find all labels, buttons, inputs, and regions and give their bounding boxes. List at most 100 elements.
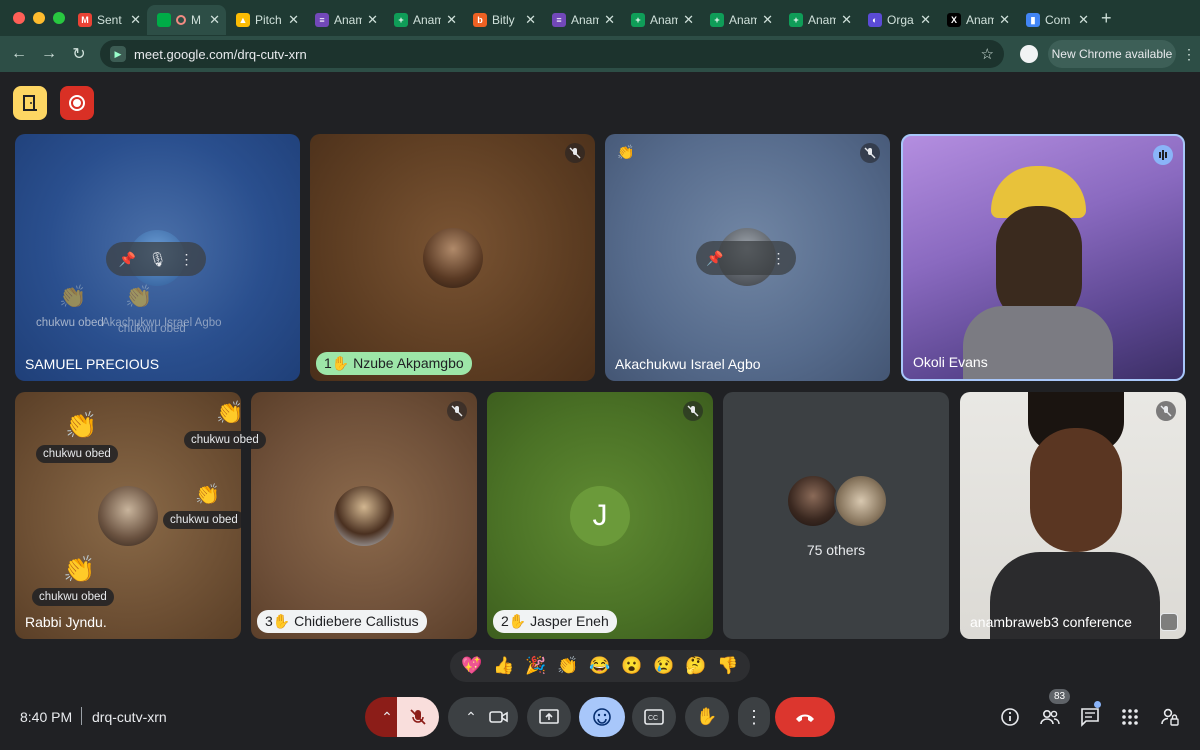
browser-tab[interactable]: ◐ Orga ✕: [858, 5, 937, 35]
mic-muted-icon: [447, 401, 467, 421]
close-tab-icon[interactable]: ✕: [209, 12, 220, 28]
more-options-icon[interactable]: ⋮: [772, 250, 786, 267]
raise-hand-button[interactable]: ✋: [685, 697, 729, 737]
reaction-sender-label: chukwu obed: [184, 431, 266, 449]
captions-button[interactable]: CC: [632, 697, 676, 737]
browser-tab[interactable]: + Anam ✕: [621, 5, 700, 35]
participant-tile[interactable]: 👏 📌 ⋮ Akachukwu Israel Agbo: [605, 134, 890, 381]
participant-tile[interactable]: 1✋ Nzube Akpamgbo: [310, 134, 595, 381]
more-options-icon[interactable]: ⋮: [180, 251, 194, 268]
browser-tab[interactable]: X Anam ✕: [937, 5, 1016, 35]
hand-icon: ✋: [696, 707, 718, 726]
pin-icon[interactable]: 📌: [118, 251, 135, 268]
reaction-emoji-button[interactable]: 😢: [653, 656, 674, 676]
close-tab-icon[interactable]: ✕: [841, 12, 852, 28]
participant-name: 3✋ Chidiebere Callistus: [257, 610, 427, 633]
avatar: J: [570, 486, 630, 546]
reaction-emoji-button[interactable]: 🎉: [525, 656, 546, 676]
clap-emoji: 👏: [63, 554, 96, 584]
browser-tab[interactable]: ▲ Pitch ✕: [226, 5, 305, 35]
browser-tab[interactable]: M Sent ✕: [68, 5, 147, 35]
browser-toolbar: ← → ↻ ▶ meet.google.com/drq-cutv-xrn ☆ N…: [0, 36, 1200, 72]
reaction-emoji-button[interactable]: 👍: [493, 656, 514, 676]
video-feed: [990, 392, 1160, 639]
participant-tile[interactable]: 3✋ Chidiebere Callistus: [251, 392, 477, 639]
browser-tab[interactable]: ≡ Anam ✕: [305, 5, 384, 35]
participant-tile[interactable]: anambraweb3 conference: [960, 392, 1186, 639]
close-tab-icon[interactable]: ✕: [920, 12, 931, 28]
forward-button[interactable]: →: [34, 45, 64, 63]
chevron-up-icon: ⌃: [465, 708, 477, 725]
participant-tile[interactable]: 📌 🎙 ⋮ 👏 👏 chukwu obed Akachukwu Israel A…: [15, 134, 300, 381]
camera-toggle-button[interactable]: [480, 697, 518, 737]
browser-tab[interactable]: b Bitly ✕: [463, 5, 542, 35]
new-chrome-available-button[interactable]: New Chrome available: [1048, 40, 1176, 68]
reactions-button[interactable]: [579, 697, 625, 737]
microphone-toggle-button[interactable]: [397, 697, 439, 737]
close-tab-icon[interactable]: ✕: [683, 12, 694, 28]
x-icon: X: [947, 13, 961, 27]
close-tab-icon[interactable]: ✕: [446, 12, 457, 28]
address-bar[interactable]: ▶ meet.google.com/drq-cutv-xrn ☆: [100, 40, 1004, 68]
close-tab-icon[interactable]: ✕: [1078, 12, 1089, 28]
reaction-emoji-button[interactable]: 💖: [461, 656, 482, 676]
browser-tab[interactable]: + Anam ✕: [384, 5, 463, 35]
mic-muted-icon: [565, 143, 585, 163]
site-info-icon[interactable]: ▶: [110, 46, 126, 62]
chrome-menu-icon[interactable]: ⋮: [1182, 46, 1196, 63]
raised-hand-order: 2: [501, 613, 509, 629]
door-icon[interactable]: [13, 86, 47, 120]
close-window-button[interactable]: [13, 12, 25, 24]
host-controls-button[interactable]: [1158, 705, 1182, 729]
reaction-emoji-button[interactable]: 👏: [557, 656, 578, 676]
close-tab-icon[interactable]: ✕: [525, 12, 536, 28]
close-tab-icon[interactable]: ✕: [762, 12, 773, 28]
maximize-window-button[interactable]: [53, 12, 65, 24]
browser-tab[interactable]: ≡ Anam ✕: [542, 5, 621, 35]
self-view-toggle-icon[interactable]: [1160, 613, 1178, 631]
reload-button[interactable]: ↻: [64, 44, 94, 64]
close-tab-icon[interactable]: ✕: [604, 12, 615, 28]
reaction-emoji-button[interactable]: 🤔: [685, 656, 706, 676]
recording-icon[interactable]: [60, 86, 94, 120]
leave-call-button[interactable]: [775, 697, 835, 737]
tile-hover-controls: 📌 🎙 ⋮: [106, 242, 206, 276]
minimize-window-button[interactable]: [33, 12, 45, 24]
participant-tile[interactable]: J 2✋ Jasper Eneh: [487, 392, 713, 639]
present-screen-button[interactable]: [527, 697, 571, 737]
back-button[interactable]: ←: [4, 45, 34, 63]
new-tab-button[interactable]: +: [1101, 8, 1112, 29]
tab-title: Bitly: [492, 13, 515, 27]
mic-icon[interactable]: 🎙: [149, 251, 167, 268]
others-tile[interactable]: 75 others: [723, 392, 949, 639]
more-options-button[interactable]: ⋮: [738, 697, 770, 737]
profile-avatar[interactable]: [1020, 45, 1038, 63]
pin-icon[interactable]: 📌: [706, 250, 723, 267]
clap-emoji: 👏: [617, 144, 635, 160]
close-tab-icon[interactable]: ✕: [130, 12, 141, 28]
reaction-emoji-button[interactable]: 😮: [621, 656, 642, 676]
close-tab-icon[interactable]: ✕: [288, 12, 299, 28]
close-tab-icon[interactable]: ✕: [999, 12, 1010, 28]
clap-emoji: 👏: [59, 284, 87, 309]
people-button[interactable]: [1038, 705, 1062, 729]
avatar: [423, 228, 483, 288]
browser-tab[interactable]: ▮ Com ✕: [1016, 5, 1095, 35]
reaction-emoji-button[interactable]: 😂: [589, 656, 610, 676]
reaction-emoji-button[interactable]: 👎: [717, 656, 738, 676]
participant-name: Okoli Evans: [913, 354, 988, 370]
close-tab-icon[interactable]: ✕: [367, 12, 378, 28]
participant-name: 1✋ Nzube Akpamgbo: [316, 352, 472, 375]
more-vert-icon: ⋮: [745, 706, 763, 727]
activities-button[interactable]: [1118, 705, 1142, 729]
participant-name: Rabbi Jyndu.: [25, 614, 107, 630]
bookmark-star-icon[interactable]: ☆: [981, 45, 994, 63]
browser-tab[interactable]: M ✕: [147, 5, 226, 35]
raised-hand-icon: ✋: [508, 613, 531, 629]
chat-button[interactable]: [1078, 705, 1102, 729]
browser-tab[interactable]: + Anam ✕: [700, 5, 779, 35]
participant-tile[interactable]: 👏 chukwu obed 👏 👏 chukwu obed 👏 chukwu o…: [15, 392, 241, 639]
meeting-details-button[interactable]: [998, 705, 1022, 729]
browser-tab[interactable]: + Anam ✕: [779, 5, 858, 35]
participant-tile[interactable]: Okoli Evans: [901, 134, 1185, 381]
